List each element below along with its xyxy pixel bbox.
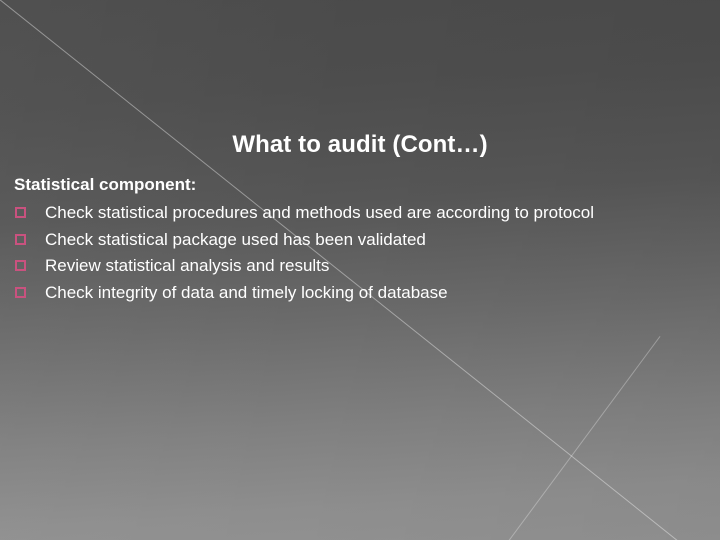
diagonal-streak-ascending: [508, 336, 661, 540]
hollow-square-bullet-icon: [15, 207, 26, 218]
list-item: Check integrity of data and timely locki…: [14, 280, 706, 307]
slide-canvas: What to audit (Cont…) Statistical compon…: [0, 0, 720, 540]
list-item-label: Review statistical analysis and results: [45, 256, 330, 275]
slide-title: What to audit (Cont…): [232, 131, 488, 158]
section-heading: Statistical component:: [14, 175, 197, 194]
list-item-label: Check integrity of data and timely locki…: [45, 282, 448, 302]
list-item: Check statistical package used has been …: [14, 227, 706, 254]
list-item: Review statistical analysis and results: [14, 253, 706, 280]
hollow-square-bullet-icon: [15, 233, 26, 245]
bullet-list: Check statistical procedures and methods…: [14, 200, 706, 306]
slide-body: Statistical component: Check statistical…: [14, 174, 706, 306]
hollow-square-bullet-icon: [15, 286, 26, 298]
list-item-label: Check statistical procedures and methods…: [45, 203, 595, 222]
list-item-label: Check statistical package used has been …: [45, 229, 426, 249]
list-item: Check statistical procedures and methods…: [14, 200, 706, 227]
hollow-square-bullet-icon: [15, 260, 26, 271]
